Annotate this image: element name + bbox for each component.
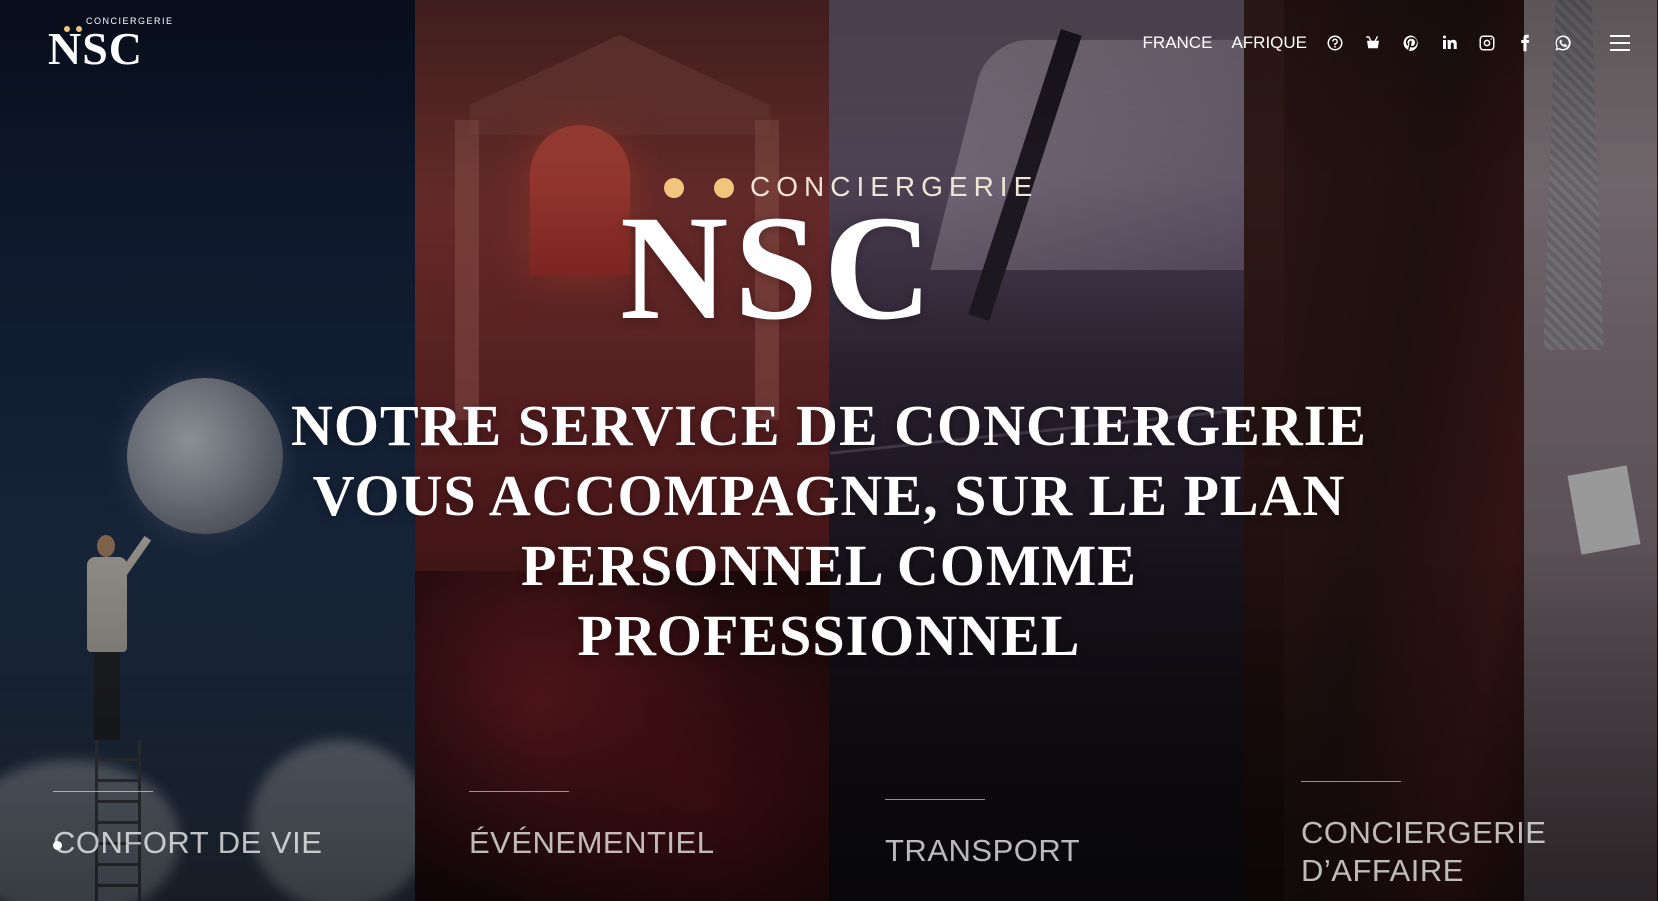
top-nav: FRANCE AFRIQUE xyxy=(1143,30,1658,56)
category-divider xyxy=(53,791,153,792)
category-label: CONCIERGERIE D’AFFAIRE xyxy=(1301,815,1547,888)
basket-icon[interactable] xyxy=(1364,34,1382,52)
facebook-icon[interactable] xyxy=(1516,34,1534,52)
slider-pager-dot[interactable] xyxy=(53,841,62,850)
hero-headline: Notre service de conciergerie vous accom… xyxy=(270,391,1388,671)
logo-letters: NSC xyxy=(48,23,144,74)
question-circle-icon[interactable] xyxy=(1326,34,1344,52)
pinterest-icon[interactable] xyxy=(1402,34,1420,52)
category-evenementiel[interactable]: ÉVÉNEMENTIEL xyxy=(469,791,714,862)
whatsapp-icon[interactable] xyxy=(1554,34,1572,52)
category-label: CONFORT DE VIE xyxy=(53,825,323,860)
category-label: ÉVÉNEMENTIEL xyxy=(469,825,715,860)
instagram-icon[interactable] xyxy=(1478,34,1496,52)
hero-brand-logo: CONCIERGERIE NSC xyxy=(0,168,1658,343)
nav-link-afrique[interactable]: AFRIQUE xyxy=(1231,33,1307,53)
category-transport[interactable]: TRANSPORT xyxy=(885,799,1080,870)
linkedin-icon[interactable] xyxy=(1440,34,1458,52)
header-logo[interactable]: CONCIERGERIE NSC xyxy=(48,16,188,72)
hamburger-menu-icon[interactable] xyxy=(1610,35,1630,51)
headline-line-3: personnel comme professionnel xyxy=(521,532,1137,668)
category-conciergerie-affaire[interactable]: CONCIERGERIE D’AFFAIRE xyxy=(1301,781,1601,890)
category-confort-de-vie[interactable]: CONFORT DE VIE xyxy=(53,791,322,862)
headline-line-2: vous accompagne, sur le plan xyxy=(312,462,1346,528)
hero-logo-letters: NSC xyxy=(620,185,939,351)
category-divider xyxy=(469,791,569,792)
nav-link-france[interactable]: FRANCE xyxy=(1143,33,1213,53)
category-label: TRANSPORT xyxy=(885,833,1081,868)
headline-line-1: Notre service de conciergerie xyxy=(290,392,1367,458)
site-header: CONCIERGERIE NSC FRANCE AFRIQUE xyxy=(0,0,1658,90)
category-divider xyxy=(1301,781,1401,782)
category-divider xyxy=(885,799,985,800)
